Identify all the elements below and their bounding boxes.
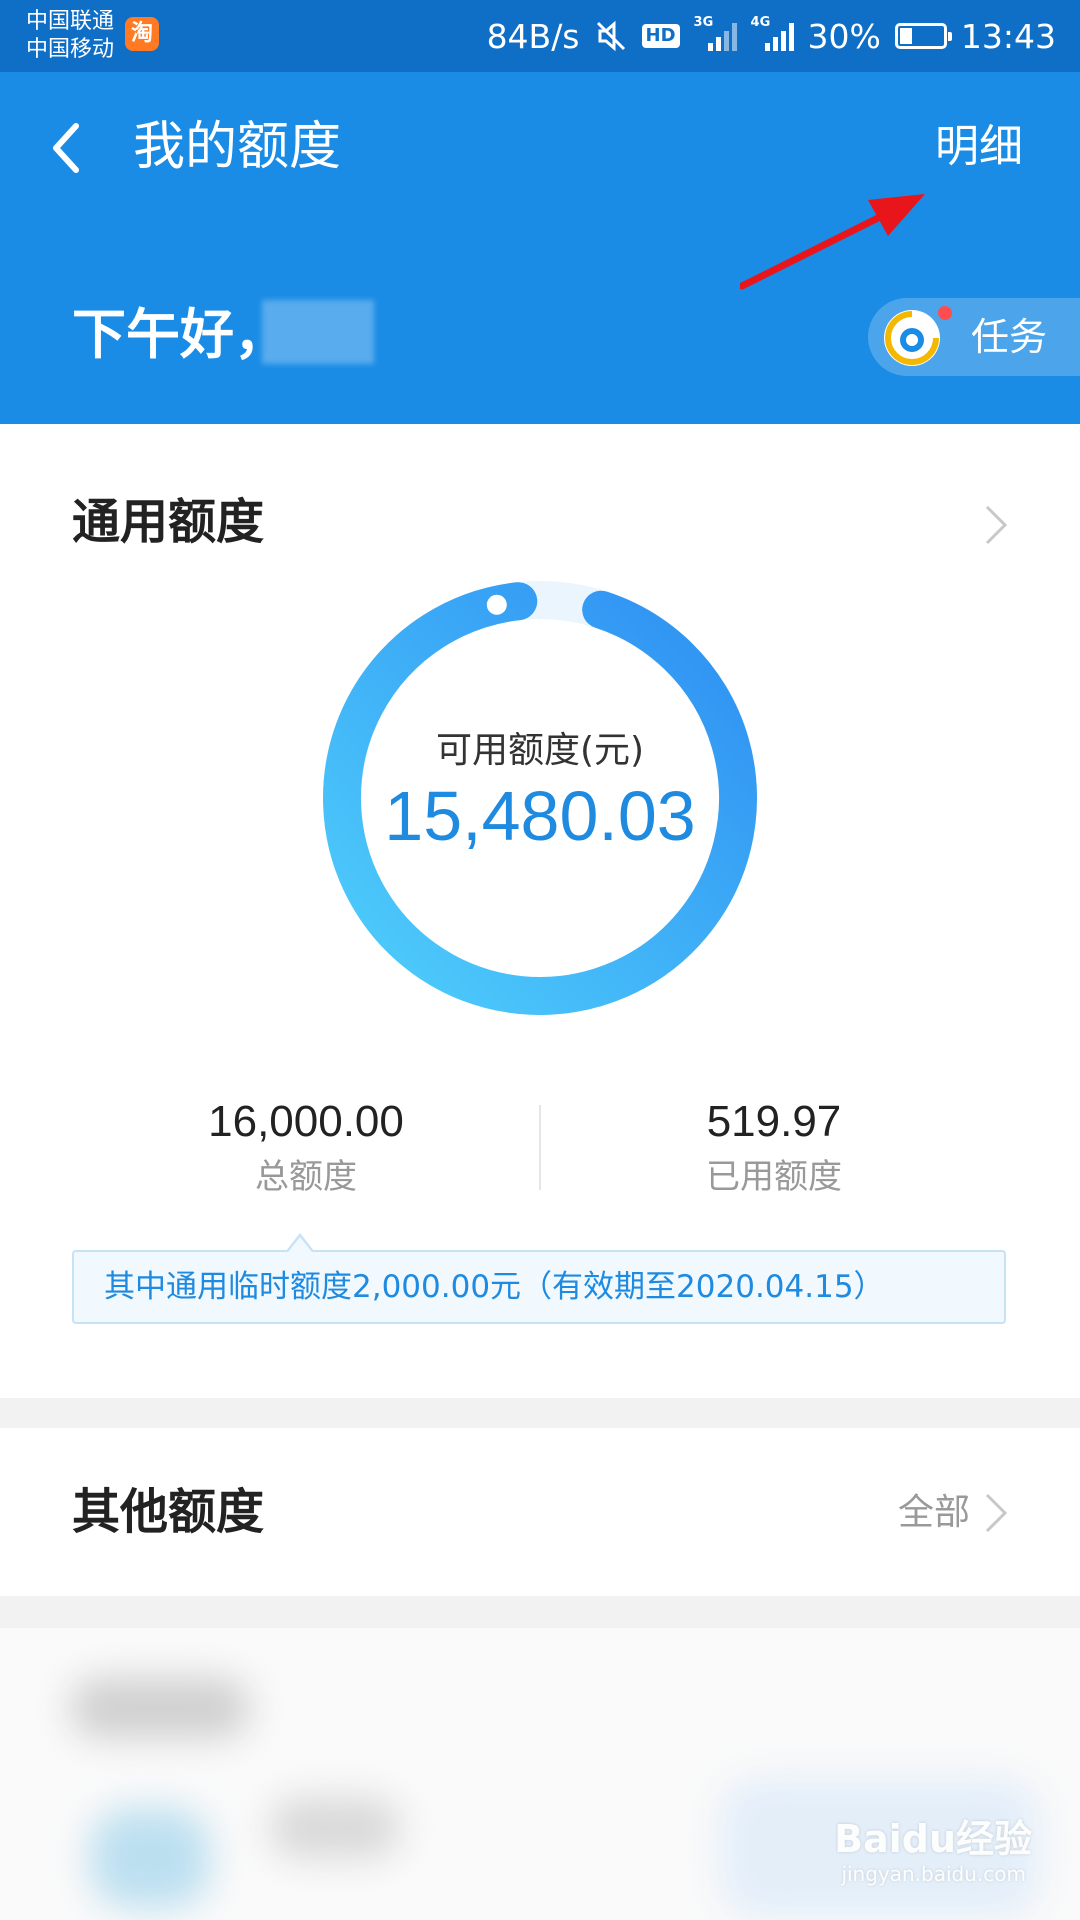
total-quota-label: 总额度 — [255, 1157, 357, 1197]
red-annotation-arrow — [740, 194, 925, 290]
hd-badge: HD — [641, 24, 680, 48]
detail-button[interactable]: 明细 — [935, 114, 1023, 180]
task-mascot-icon — [884, 310, 940, 366]
net-speed: 84B/s — [486, 16, 580, 56]
blurred-block — [270, 1798, 400, 1858]
blurred-username — [262, 300, 374, 364]
chevron-right-icon[interactable] — [983, 1491, 1009, 1535]
page-title: 我的额度 — [133, 117, 342, 177]
baidu-watermark: Baidu经验 — [834, 1817, 1032, 1861]
status-bar: 中国联通 中国移动 淘 84B/s HD 3G 4G 30% 13:43 — [0, 0, 1080, 72]
mute-icon — [596, 20, 625, 52]
available-value: 15,480.03 — [384, 777, 696, 855]
carrier-info: 中国联通 中国移动 — [26, 8, 114, 64]
signal-icon-3g: 3G — [694, 15, 737, 51]
chevron-right-icon[interactable] — [983, 503, 1009, 547]
blurred-block — [70, 1678, 250, 1738]
other-quota-title: 其他额度 — [72, 1484, 265, 1540]
notice-pointer-inner — [288, 1237, 312, 1252]
taobao-app-icon: 淘 — [125, 17, 159, 51]
used-quota-value: 519.97 — [706, 1097, 842, 1146]
total-quota-value: 16,000.00 — [208, 1097, 404, 1146]
temporary-quota-notice: 其中通用临时额度2,000.00元（有效期至2020.04.15） — [72, 1250, 1006, 1324]
signal-tag-3g: 3G — [693, 15, 714, 30]
general-quota-title: 通用额度 — [72, 494, 265, 550]
status-icons: 84B/s HD 3G 4G 30% 13:43 — [486, 15, 1056, 56]
task-label: 任务 — [971, 315, 1048, 359]
task-notification-dot — [938, 306, 952, 320]
signal-tag-4g: 4G — [750, 15, 771, 30]
used-marker — [486, 594, 507, 615]
available-quota-ring: 可用额度(元) 15,480.03 — [323, 581, 757, 1015]
greeting-text: 下午好， — [72, 303, 288, 366]
blurred-block — [90, 1808, 210, 1908]
available-caption: 可用额度(元) — [435, 730, 645, 771]
battery-icon — [894, 23, 952, 49]
section-separator — [0, 1398, 1080, 1428]
back-arrow-icon[interactable] — [44, 118, 94, 178]
baidu-watermark-url: jingyan.baidu.com — [841, 1862, 1026, 1886]
battery-percent: 30% — [807, 16, 881, 56]
section-separator — [0, 1596, 1080, 1628]
used-quota-stat: 519.97 已用额度 — [614, 1092, 934, 1202]
total-quota-stat: 16,000.00 总额度 — [146, 1092, 466, 1202]
used-quota-label: 已用额度 — [706, 1157, 842, 1197]
signal-icon-4g: 4G — [751, 15, 794, 51]
carrier-1: 中国联通 — [26, 9, 115, 34]
carrier-2: 中国移动 — [26, 37, 115, 62]
clock: 13:43 — [960, 16, 1056, 56]
view-all-link[interactable]: 全部 — [898, 1487, 970, 1539]
stat-divider — [539, 1105, 541, 1190]
task-button[interactable]: 任务 — [868, 298, 1080, 376]
